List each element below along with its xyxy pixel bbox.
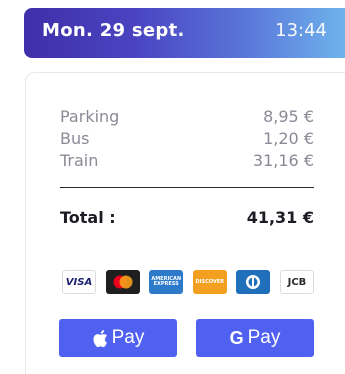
payment-buttons: Pay G Pay bbox=[59, 319, 314, 357]
header-time: 13:44 bbox=[275, 20, 327, 41]
accepted-cards: VISA AMERICAN EXPRESS DISCOVER JCB bbox=[62, 270, 314, 294]
expense-label: Train bbox=[60, 150, 99, 170]
expense-amount: 1,20 € bbox=[263, 128, 314, 148]
google-pay-label: Pay bbox=[247, 327, 281, 348]
apple-icon bbox=[93, 329, 107, 347]
expense-summary-card: Parking 8,95 € Bus 1,20 € Train 31,16 € … bbox=[25, 72, 345, 374]
apple-pay-label: Pay bbox=[111, 327, 145, 348]
header-date: Mon. 29 sept. bbox=[42, 20, 185, 41]
diners-club-icon bbox=[236, 270, 271, 294]
amex-text: AMERICAN EXPRESS bbox=[151, 276, 182, 287]
expense-row-train: Train 31,16 € bbox=[60, 149, 314, 171]
discover-icon: DISCOVER bbox=[192, 270, 227, 294]
amex-icon: AMERICAN EXPRESS bbox=[149, 270, 184, 294]
google-g-icon: G bbox=[229, 327, 244, 348]
apple-pay-button[interactable]: Pay bbox=[59, 319, 177, 357]
expense-label: Bus bbox=[60, 128, 90, 148]
diners-circle bbox=[246, 275, 261, 289]
visa-text: VISA bbox=[65, 276, 93, 288]
mastercard-icon bbox=[105, 270, 140, 294]
expense-row-bus: Bus 1,20 € bbox=[60, 127, 314, 149]
date-time-header: Mon. 29 sept. 13:44 bbox=[24, 8, 345, 58]
jcb-icon: JCB bbox=[279, 270, 314, 294]
expense-list: Parking 8,95 € Bus 1,20 € Train 31,16 € bbox=[60, 105, 314, 171]
expense-amount: 8,95 € bbox=[263, 106, 314, 126]
jcb-text: JCB bbox=[287, 276, 307, 288]
discover-text: DISCOVER bbox=[195, 279, 225, 285]
expense-row-parking: Parking 8,95 € bbox=[60, 105, 314, 127]
total-amount: 41,31 € bbox=[246, 208, 314, 227]
expense-amount: 31,16 € bbox=[252, 150, 314, 170]
mastercard-circles bbox=[113, 275, 133, 289]
visa-icon: VISA bbox=[62, 270, 96, 294]
total-divider bbox=[60, 187, 314, 188]
google-pay-button[interactable]: G Pay bbox=[196, 319, 314, 357]
expense-label: Parking bbox=[60, 106, 120, 126]
total-row: Total : 41,31 € bbox=[60, 208, 314, 227]
total-label: Total : bbox=[60, 208, 116, 227]
